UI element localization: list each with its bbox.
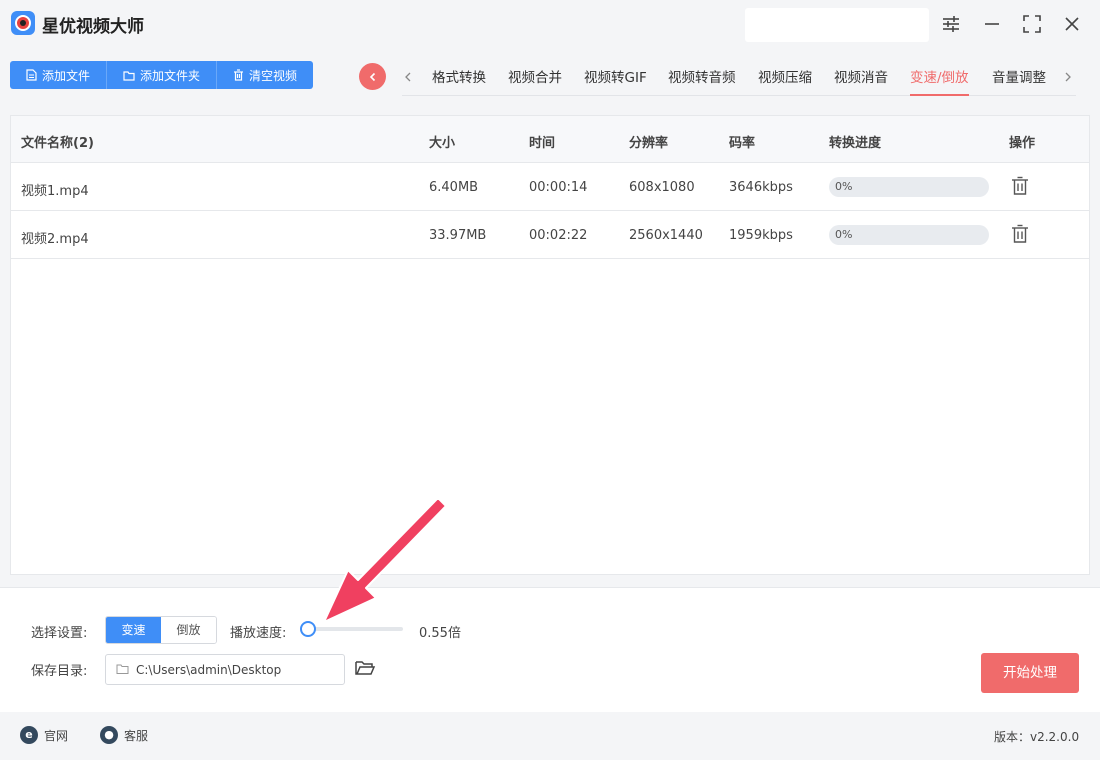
cell-name: 视频2.mp4	[21, 232, 89, 247]
app-logo-icon	[11, 11, 35, 35]
table-row[interactable]: 视频2.mp4 33.97MB 00:02:22 2560x1440 1959k…	[11, 211, 1089, 259]
tab-video-merge[interactable]: 视频合并	[508, 66, 562, 96]
column-header-progress: 转换进度	[829, 136, 882, 151]
save-path-input[interactable]	[136, 660, 336, 680]
file-icon	[26, 69, 37, 81]
cell-size: 6.40MB	[429, 180, 479, 195]
speed-slider-thumb[interactable]	[300, 621, 316, 637]
tab-video-mute[interactable]: 视频消音	[834, 66, 888, 96]
progress-text: 0%	[835, 228, 853, 241]
delete-trash-icon[interactable]	[1011, 224, 1029, 244]
mode-segmented-control: 变速 倒放	[105, 616, 217, 644]
chat-bubble-icon: ●	[100, 726, 118, 744]
tab-format-convert[interactable]: 格式转换	[432, 66, 486, 96]
clear-videos-label: 清空视频	[249, 68, 298, 83]
version-text: 版本：v2.2.0.0	[994, 730, 1080, 744]
support-label: 客服	[124, 728, 149, 743]
collapse-tabs-button[interactable]	[359, 63, 386, 90]
save-dir-label: 保存目录:	[31, 664, 88, 679]
tab-volume-adjust[interactable]: 音量调整	[992, 66, 1046, 96]
settings-panel: 选择设置: 变速 倒放 播放速度: 0.55倍 保存目录: 开始处理	[0, 587, 1100, 712]
close-icon[interactable]	[1060, 12, 1084, 36]
cell-bitrate: 3646kbps	[729, 180, 793, 195]
cell-bitrate: 1959kbps	[729, 228, 793, 243]
footer-bar: e 官网 ● 客服 版本：v2.2.0.0	[0, 715, 1100, 760]
app-title: 星优视频大师	[42, 17, 144, 37]
minimize-icon[interactable]	[980, 12, 1004, 36]
column-header-bitrate: 码率	[729, 136, 756, 151]
progress-bar: 0%	[829, 177, 989, 197]
title-bar: 星优视频大师	[0, 0, 1100, 50]
speed-label: 播放速度:	[230, 626, 287, 641]
mode-option-speed[interactable]: 变速	[106, 617, 161, 643]
chevron-left-icon	[369, 72, 375, 81]
mode-label: 选择设置:	[31, 626, 88, 641]
progress-text: 0%	[835, 180, 853, 193]
folder-outline-icon	[116, 663, 129, 679]
table-header: 文件名称(2) 大小 时间 分辨率 码率 转换进度 操作	[11, 116, 1089, 163]
table-row[interactable]: 视频1.mp4 6.40MB 00:00:14 608x1080 3646kbp…	[11, 163, 1089, 211]
mode-option-reverse[interactable]: 倒放	[161, 617, 216, 643]
cell-time: 00:02:22	[529, 228, 588, 243]
clear-videos-button[interactable]: 清空视频	[217, 61, 314, 89]
function-tabs: 格式转换 视频合并 视频转GIF 视频转音频 视频压缩 视频消音 变速/倒放 音…	[402, 60, 1076, 96]
cell-resolution: 608x1080	[629, 180, 695, 195]
speed-value: 0.55倍	[419, 626, 461, 641]
column-header-size: 大小	[429, 136, 456, 151]
tab-video-to-gif[interactable]: 视频转GIF	[584, 66, 647, 96]
add-file-label: 添加文件	[42, 68, 91, 83]
delete-trash-icon[interactable]	[1011, 176, 1029, 196]
file-list-panel: 文件名称(2) 大小 时间 分辨率 码率 转换进度 操作 视频1.mp4 6.4…	[10, 115, 1090, 575]
add-folder-button[interactable]: 添加文件夹	[107, 61, 218, 89]
open-folder-icon[interactable]	[354, 658, 376, 678]
speed-slider-track[interactable]	[305, 627, 403, 631]
save-path-field[interactable]	[105, 654, 345, 685]
cell-size: 33.97MB	[429, 228, 487, 243]
tab-video-compress[interactable]: 视频压缩	[758, 66, 812, 96]
column-header-resolution: 分辨率	[629, 136, 669, 151]
folder-icon	[123, 70, 135, 81]
cell-resolution: 2560x1440	[629, 228, 703, 243]
website-link[interactable]: e 官网	[20, 726, 68, 744]
tab-video-to-audio[interactable]: 视频转音频	[668, 66, 736, 96]
title-search-box[interactable]	[745, 8, 929, 42]
maximize-icon[interactable]	[1020, 12, 1044, 36]
website-label: 官网	[44, 728, 69, 743]
column-header-time: 时间	[529, 136, 556, 151]
trash-icon	[233, 69, 244, 81]
column-header-action: 操作	[1009, 136, 1036, 151]
tabs-scroll-left-icon[interactable]	[402, 70, 414, 84]
progress-bar: 0%	[829, 225, 989, 245]
file-button-group: 添加文件 添加文件夹 清空视频	[10, 61, 314, 89]
add-folder-label: 添加文件夹	[140, 68, 201, 83]
tabs-scroll-right-icon[interactable]	[1062, 70, 1074, 84]
support-link[interactable]: ● 客服	[100, 726, 148, 744]
cell-time: 00:00:14	[529, 180, 588, 195]
start-processing-button[interactable]: 开始处理	[981, 653, 1079, 693]
cell-name: 视频1.mp4	[21, 184, 89, 199]
tab-speed-reverse[interactable]: 变速/倒放	[910, 66, 969, 96]
website-e-icon: e	[20, 726, 38, 744]
add-file-button[interactable]: 添加文件	[10, 61, 108, 89]
settings-sliders-icon[interactable]	[939, 12, 963, 36]
column-header-name: 文件名称(2)	[21, 136, 94, 151]
